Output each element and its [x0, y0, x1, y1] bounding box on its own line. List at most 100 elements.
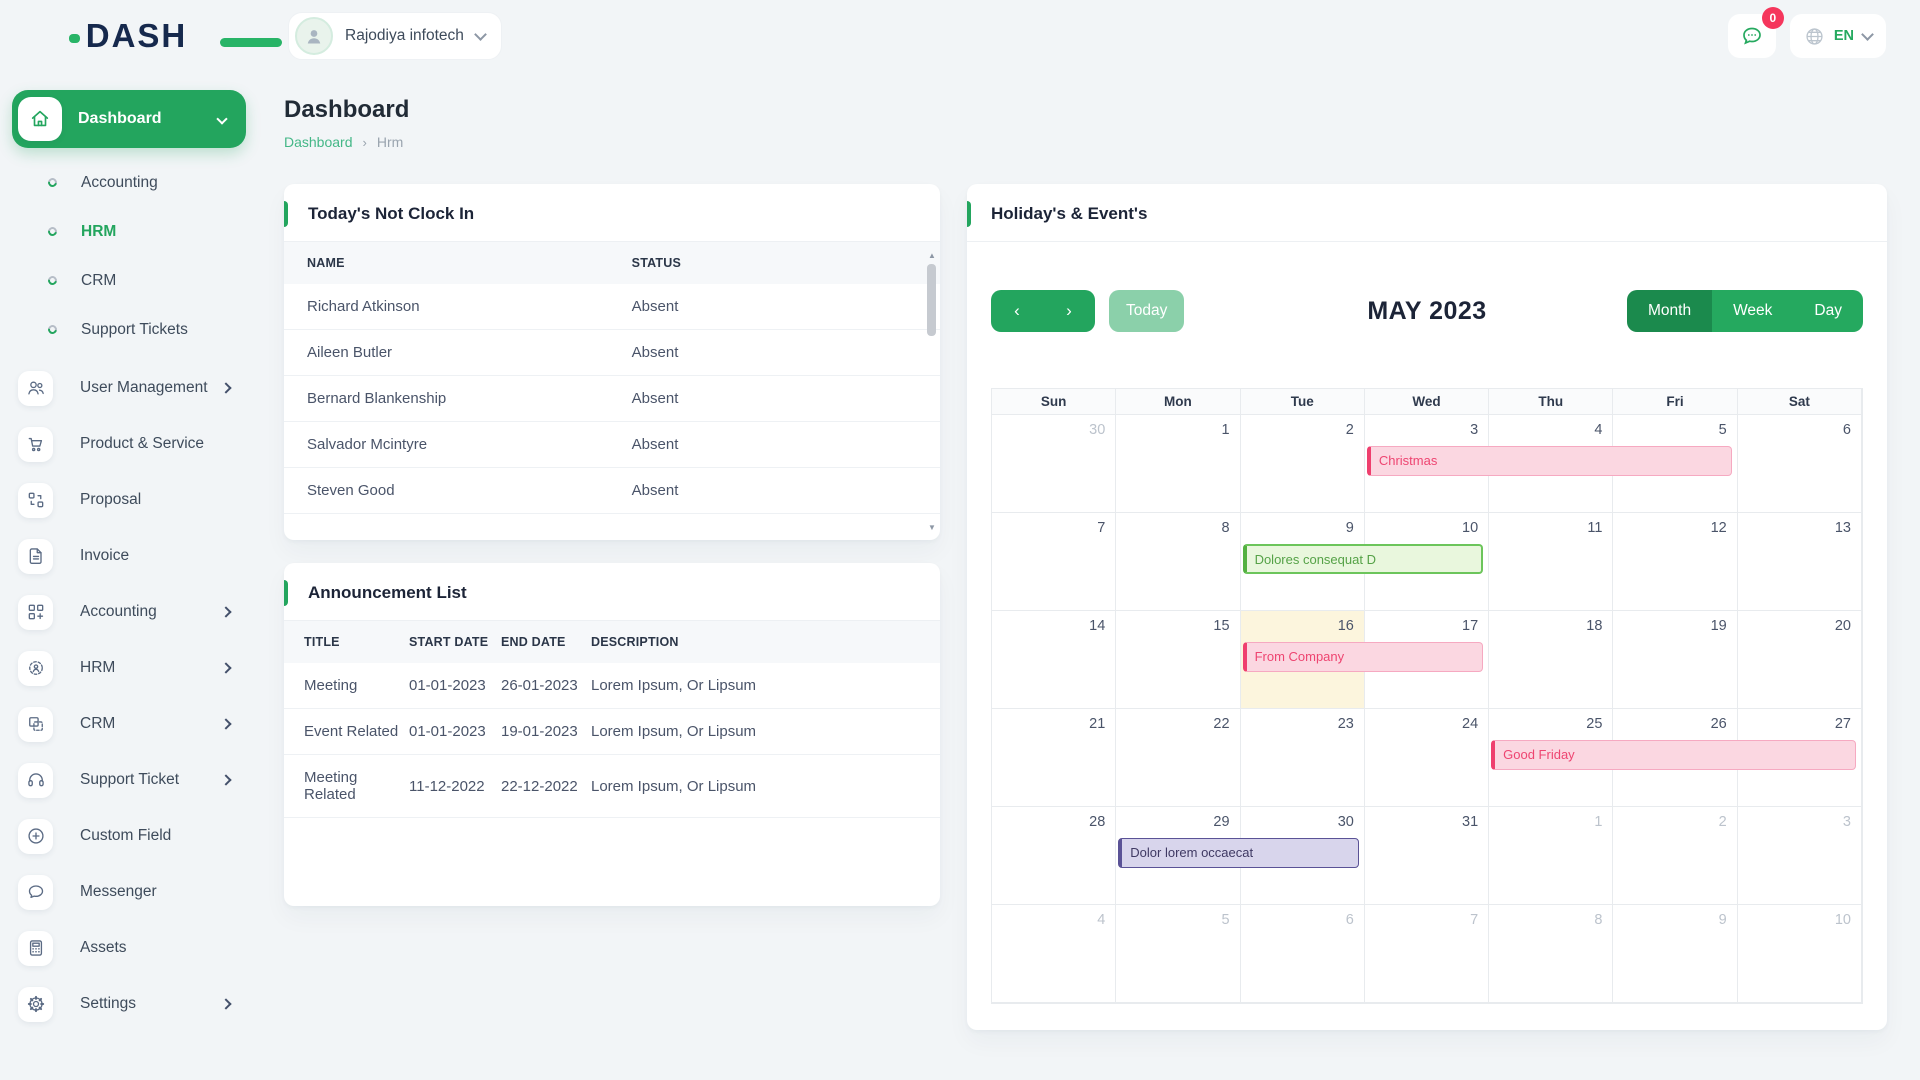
bullet-icon — [46, 225, 59, 238]
calendar-event-dolores-consequat-d[interactable]: Dolores consequat D — [1243, 544, 1484, 574]
language-selector[interactable]: EN — [1790, 14, 1886, 58]
calendar-day-cell[interactable]: 8 — [1116, 513, 1240, 611]
clockin-scrollbar[interactable]: ▲ ▼ — [926, 250, 938, 534]
weekday-header: Fri — [1613, 389, 1737, 415]
calendar-day-cell[interactable]: 22 — [1116, 709, 1240, 807]
calendar-day-cell[interactable]: 11 — [1489, 513, 1613, 611]
sidebar-item-crm[interactable]: CRM — [12, 696, 246, 752]
table-row: Meeting Related11-12-202222-12-2022Lorem… — [284, 755, 940, 818]
sidebar-menu: User ManagementProduct & ServiceProposal… — [12, 360, 246, 1032]
calendar-day-cell[interactable]: 5 — [1116, 905, 1240, 1003]
calendar-day-cell[interactable]: 9 — [1613, 905, 1737, 1003]
calendar-day-cell[interactable]: 20 — [1738, 611, 1862, 709]
proposal-icon — [18, 483, 53, 518]
employee-status: Absent — [632, 376, 940, 422]
calendar-day-cell[interactable]: 8 — [1489, 905, 1613, 1003]
bullet-icon — [46, 323, 59, 336]
calendar-event-from-company[interactable]: From Company — [1243, 642, 1484, 672]
avatar — [295, 17, 333, 55]
calendar-day-cell[interactable]: 1 — [1116, 415, 1240, 513]
announcement-col-start: START DATE — [409, 621, 501, 663]
breadcrumb-link-dashboard[interactable]: Dashboard — [284, 134, 353, 150]
employee-name: Salvador Mcintyre — [284, 422, 632, 468]
sidebar-item-label: Custom Field — [80, 827, 246, 845]
employee-name: Aileen Butler — [284, 330, 632, 376]
calculator-icon — [18, 931, 53, 966]
calendar-day-cell[interactable]: 4 — [992, 905, 1116, 1003]
chevron-right-icon — [220, 382, 231, 393]
sidebar-item-settings[interactable]: Settings — [12, 976, 246, 1032]
sidebar-item-hrm[interactable]: HRM — [12, 640, 246, 696]
calendar-day-cell[interactable]: 1 — [1489, 807, 1613, 905]
sidebar-subitem-crm[interactable]: CRM — [12, 256, 246, 305]
calendar-day-cell[interactable]: 6 — [1241, 905, 1365, 1003]
calendar-day-cell[interactable]: 12 — [1613, 513, 1737, 611]
sidebar-subitem-support-tickets[interactable]: Support Tickets — [12, 305, 246, 354]
calendar-day-cell[interactable]: 7 — [992, 513, 1116, 611]
calendar-day-cell[interactable]: 14 — [992, 611, 1116, 709]
chevron-down-icon — [216, 113, 227, 124]
app-logo[interactable]: DASH — [0, 17, 256, 55]
sidebar-item-dashboard[interactable]: Dashboard — [12, 90, 246, 148]
calendar-event-christmas[interactable]: Christmas — [1367, 446, 1732, 476]
employee-status: Absent — [632, 422, 940, 468]
scroll-down-icon[interactable]: ▼ — [926, 522, 938, 534]
weekday-header: Wed — [1365, 389, 1489, 415]
calendar-day-cell[interactable]: 19 — [1613, 611, 1737, 709]
announcement-end-date: 22-12-2022 — [501, 755, 591, 818]
cart-icon — [18, 427, 53, 462]
scrollbar-thumb[interactable] — [927, 264, 936, 336]
sidebar-item-support-ticket[interactable]: Support Ticket — [12, 752, 246, 808]
sidebar-item-custom-field[interactable]: Custom Field — [12, 808, 246, 864]
sidebar-item-proposal[interactable]: Proposal — [12, 472, 246, 528]
announcement-start-date: 01-01-2023 — [409, 663, 501, 709]
sidebar-item-messenger[interactable]: Messenger — [12, 864, 246, 920]
announcement-description: Lorem Ipsum, Or Lipsum — [591, 663, 940, 709]
calendar-day-cell[interactable]: 13 — [1738, 513, 1862, 611]
calendar-day-cell[interactable]: 15 — [1116, 611, 1240, 709]
logo-dash-icon — [220, 38, 282, 47]
sidebar: Dashboard AccountingHRMCRMSupport Ticket… — [12, 90, 246, 1032]
calendar-day-cell[interactable]: 30 — [992, 415, 1116, 513]
sidebar-item-product-service[interactable]: Product & Service — [12, 416, 246, 472]
calendar-day-cell[interactable]: 24 — [1365, 709, 1489, 807]
calendar-day-cell[interactable]: 7 — [1365, 905, 1489, 1003]
clockin-card: Today's Not Clock In NAME STATUS Richard… — [284, 184, 940, 540]
table-row: Salvador McintyreAbsent — [284, 422, 940, 468]
sidebar-subitem-label: Support Tickets — [81, 321, 188, 339]
announcement-header-row: TITLE START DATE END DATE DESCRIPTION — [284, 621, 940, 663]
sidebar-item-invoice[interactable]: Invoice — [12, 528, 246, 584]
calendar-event-dolor-lorem-occaecat[interactable]: Dolor lorem occaecat — [1118, 838, 1359, 868]
announcement-col-title: TITLE — [284, 621, 409, 663]
calendar-month-title: MAY 2023 — [991, 297, 1863, 326]
announcement-card-header: Announcement List — [284, 563, 940, 621]
table-row: Aileen ButlerAbsent — [284, 330, 940, 376]
calendar-day-cell[interactable]: 18 — [1489, 611, 1613, 709]
announcement-start-date: 01-01-2023 — [409, 709, 501, 755]
calendar-day-cell[interactable]: 6 — [1738, 415, 1862, 513]
calendar-day-cell[interactable]: 2 — [1613, 807, 1737, 905]
calendar-day-cell[interactable]: 10 — [1738, 905, 1862, 1003]
calendar-day-cell[interactable]: 3 — [1738, 807, 1862, 905]
bullet-icon — [46, 274, 59, 287]
scroll-up-icon[interactable]: ▲ — [926, 250, 938, 262]
calendar-day-cell[interactable]: 28 — [992, 807, 1116, 905]
sidebar-item-accounting[interactable]: Accounting — [12, 584, 246, 640]
calendar-event-good-friday[interactable]: Good Friday — [1491, 740, 1856, 770]
chevron-down-icon — [1861, 28, 1874, 41]
calendar-day-cell[interactable]: 31 — [1365, 807, 1489, 905]
logo-text: DASH — [86, 17, 188, 55]
sidebar-item-user-management[interactable]: User Management — [12, 360, 246, 416]
employee-status: Absent — [632, 468, 940, 514]
weekday-header: Sat — [1738, 389, 1862, 415]
company-selector[interactable]: Rajodiya infotech — [288, 12, 502, 60]
calendar-day-cell[interactable]: 21 — [992, 709, 1116, 807]
calendar-day-cell[interactable]: 23 — [1241, 709, 1365, 807]
calendar-day-cell[interactable]: 2 — [1241, 415, 1365, 513]
weekday-header: Thu — [1489, 389, 1613, 415]
sidebar-subitem-accounting[interactable]: Accounting — [12, 158, 246, 207]
clockin-col-status: STATUS — [632, 242, 940, 284]
notifications-button[interactable]: 0 — [1728, 14, 1776, 58]
sidebar-item-assets[interactable]: Assets — [12, 920, 246, 976]
sidebar-subitem-hrm[interactable]: HRM — [12, 207, 246, 256]
